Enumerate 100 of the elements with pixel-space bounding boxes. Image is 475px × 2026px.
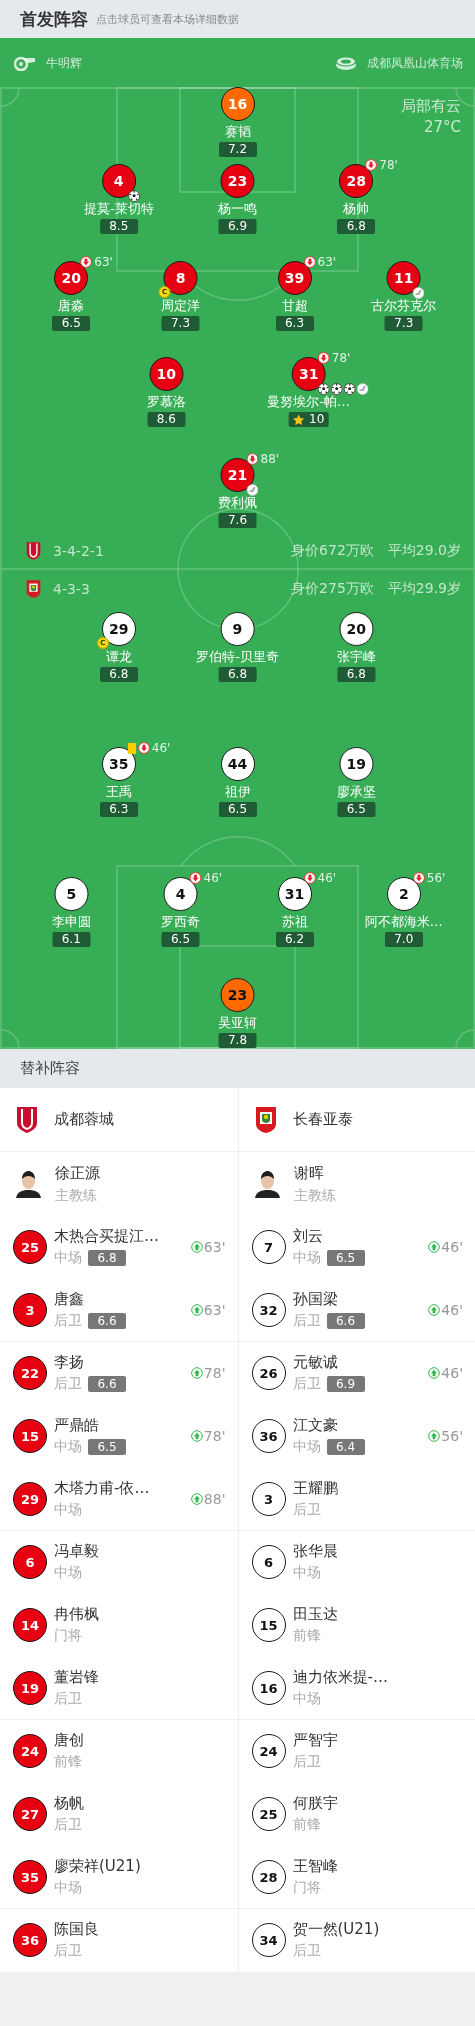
section-title: 首发阵容 [20,7,88,31]
jersey-number[interactable]: 20 [339,612,374,646]
jersey-number: 28 [251,1860,286,1894]
jersey-number[interactable]: 4 [101,164,136,198]
player-rating: 6.3 [284,316,305,331]
player-rating: 7.0 [394,932,414,947]
sub-in-icon [190,1367,203,1379]
player-position: 后卫 [54,1942,82,1960]
jersey-number[interactable]: 44 [220,747,255,781]
jersey-number[interactable]: 23 [220,978,255,1012]
player-rating: 6.5 [88,1439,126,1455]
team-name: 成都蓉城 [54,1110,114,1129]
jersey-number: 15 [13,1419,47,1453]
substitute-row[interactable]: 6 冯卓毅 中场 [0,1531,238,1594]
sub-minute: 78' [203,1428,226,1444]
player-name: 严鼎皓 [54,1416,100,1435]
boot-icon [412,287,425,299]
weather-text: 局部有云 [401,97,461,116]
player-name: 严智宇 [292,1731,339,1750]
jersey-number[interactable]: 20 [54,261,89,295]
player-position: 前锋 [54,1753,82,1771]
player-rating: 6.8 [227,667,248,682]
player-name: 提莫-莱切特 [83,201,154,217]
sub-minute: 78' [379,158,398,172]
player-position: 前锋 [292,1627,321,1645]
jersey-number[interactable]: 28 [339,164,374,198]
player-name: 何朕宇 [292,1794,339,1813]
player-rating: 7.3 [394,316,414,331]
jersey-number: 22 [13,1356,47,1390]
whistle-icon [14,55,36,71]
player-position: 后卫 [292,1312,321,1330]
jersey-number[interactable]: 31 [291,357,326,391]
jersey-number[interactable]: 4 [163,877,198,911]
player-name: 谭龙 [105,649,132,665]
jersey-number[interactable]: 31 [277,877,312,911]
player-name: 李申圆 [51,914,91,930]
player-rating: 6.9 [326,1376,365,1392]
player-position: 中场 [292,1690,321,1708]
player-name: 贺一然(U21) [292,1920,381,1939]
jersey-number[interactable]: 10 [149,357,184,391]
sub-in-icon [428,1241,441,1253]
sub-out-icon [317,352,330,364]
jersey-number: 15 [251,1608,286,1642]
sub-in-icon [190,1241,203,1253]
player-rating: 6.1 [61,932,81,947]
substitute-row[interactable]: 3 唐鑫 后卫 6.6 63' [0,1279,238,1342]
player-rating: 7.3 [170,316,191,331]
player-rating: 7.8 [227,1033,248,1048]
jersey-number: 3 [251,1482,286,1516]
substitute-row[interactable]: 7 刘云 中场 6.5 46' [238,1216,475,1279]
substitute-row[interactable]: 3 王耀鹏 后卫 [238,1468,475,1531]
jersey-number[interactable]: 9 [220,612,255,646]
player-name: 刘云 [292,1227,324,1246]
player-position: 中场 [292,1438,321,1456]
player-name: 元敏诚 [292,1353,339,1372]
ball-icon [127,190,140,202]
player-rating: 6.6 [88,1313,126,1329]
jersey-number: 34 [251,1923,286,1957]
player-position: 前锋 [292,1816,321,1834]
sub-in-icon [190,1430,203,1442]
star-icon [293,413,306,426]
sub-in-icon [428,1304,441,1316]
player-name: 阿不都海米… [364,914,443,930]
average-age: 平均29.9岁 [387,580,461,598]
player-name: 唐鑫 [54,1290,85,1309]
sub-minute: 56' [426,871,446,885]
jersey-number: 24 [251,1734,286,1768]
player-position: 中场 [54,1249,82,1267]
player-position: 中场 [54,1438,82,1456]
jersey-number[interactable]: 19 [339,747,374,781]
coach-role: 主教练 [55,1186,98,1205]
jersey-number[interactable]: 39 [277,261,312,295]
player-name: 费利佩 [218,495,257,511]
sub-in-icon [190,1493,203,1505]
jersey-number[interactable]: 23 [220,164,255,198]
jersey-number[interactable]: 5 [54,877,89,911]
average-age: 平均29.0岁 [387,542,461,560]
jersey-number[interactable]: 11 [386,261,421,295]
crest-icon [26,541,41,561]
formation-label: 4-3-3 [53,581,90,597]
player-rating: 10 [309,412,325,427]
jersey-number[interactable]: 21 [220,458,255,492]
player-name: 廖承坚 [336,784,376,800]
jersey-number[interactable]: 2 [386,877,421,911]
sub-minute: 88' [260,452,280,466]
player-position: 中场 [54,1879,82,1897]
player-name: 曼努埃尔-帕… [267,394,351,410]
player-rating: 7.6 [227,513,248,528]
substitute-row[interactable]: 6 张华晨 中场 [238,1531,475,1594]
team-value: 身价672万欧 [291,542,374,560]
jersey-number[interactable]: 35 [101,747,136,781]
stadium-icon [335,55,357,71]
player-name: 罗西奇 [161,914,200,930]
coach-role: 主教练 [293,1186,336,1205]
player-name: 古尔芬克尔 [371,298,437,314]
sub-out-icon [137,742,150,754]
coach-name: 徐正源 [55,1163,100,1183]
player-position: 后卫 [54,1816,82,1834]
player-name: 冯卓毅 [54,1542,100,1561]
player-position: 后卫 [54,1312,82,1330]
